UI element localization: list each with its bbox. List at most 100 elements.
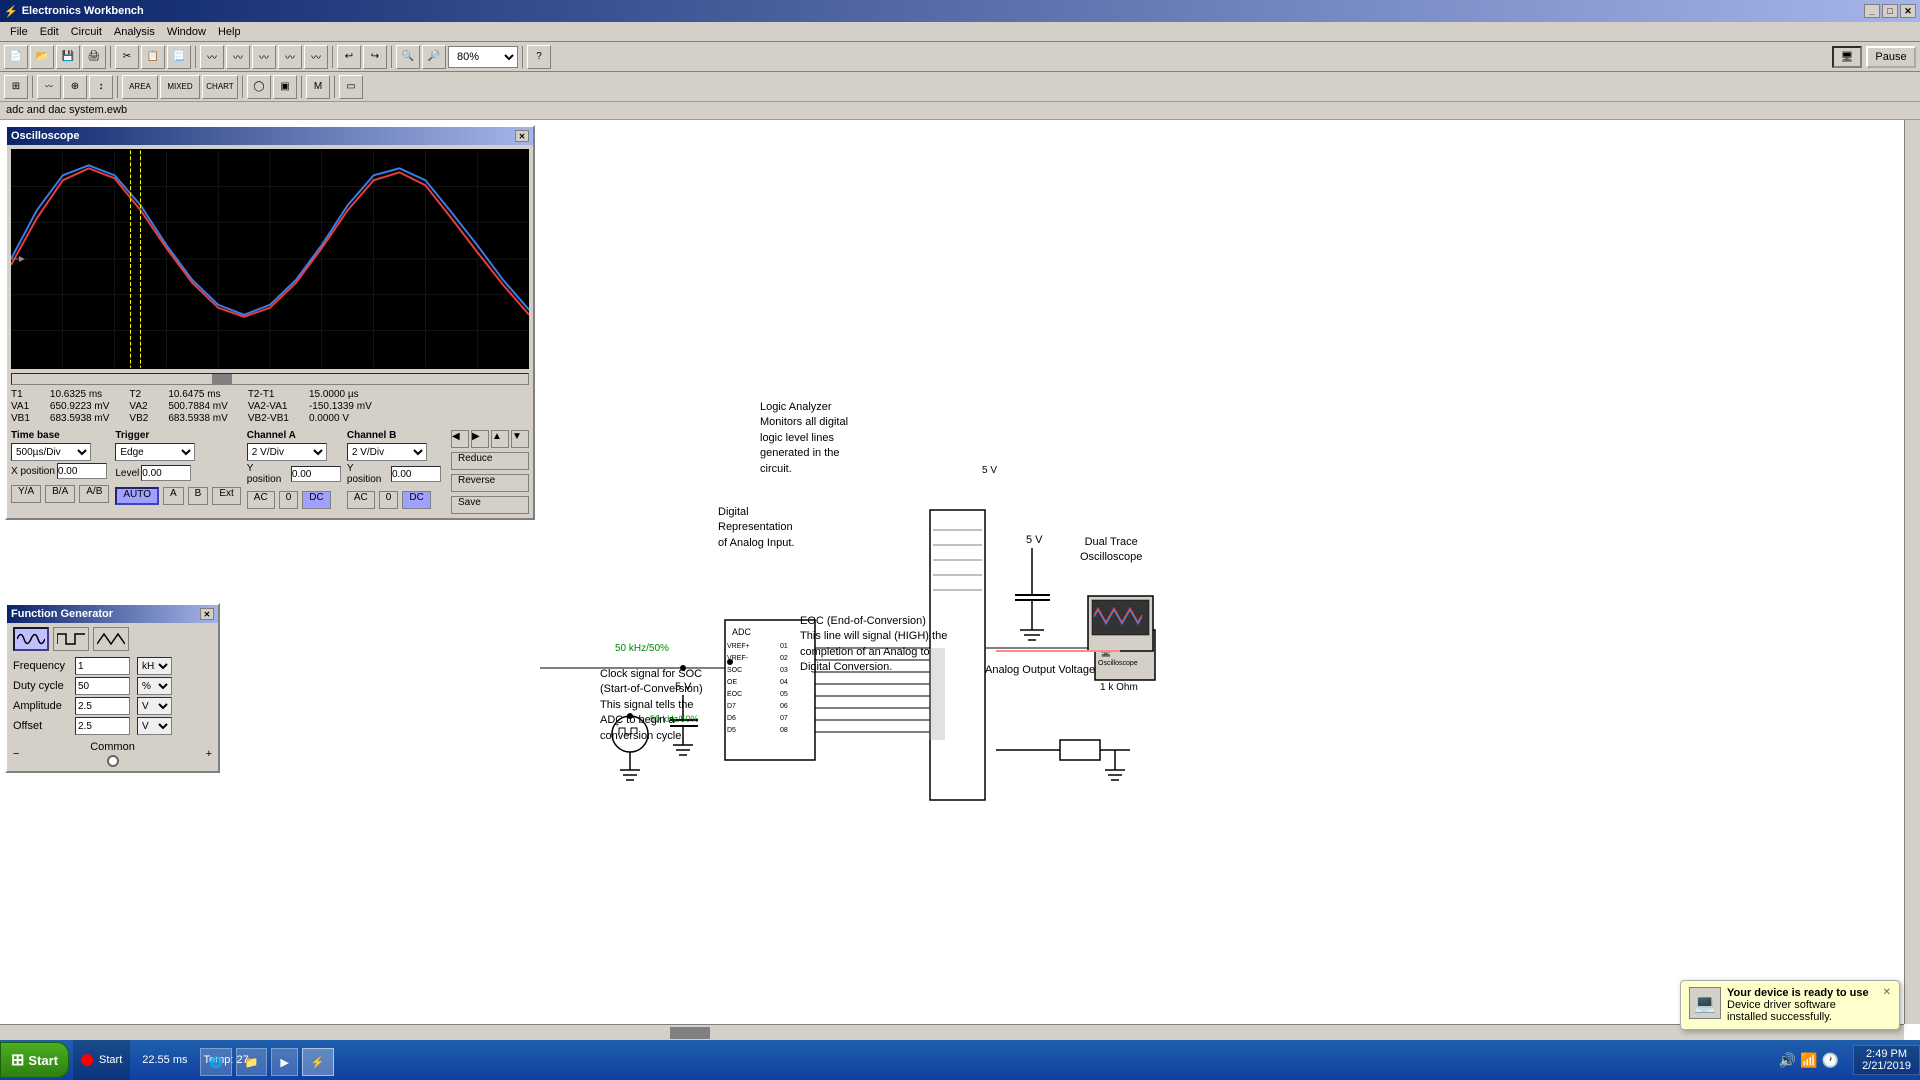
ac-b-button[interactable]: AC bbox=[347, 491, 375, 509]
new-button[interactable]: 📄 bbox=[4, 45, 28, 69]
component-btn-4[interactable]: ↕ bbox=[89, 75, 113, 99]
timebase-select[interactable]: 500µs/Div bbox=[11, 443, 91, 461]
component-btn-grid[interactable]: ▣ bbox=[273, 75, 297, 99]
start-button[interactable]: ⊞ Start bbox=[0, 1042, 69, 1078]
open-button[interactable]: 📂 bbox=[30, 45, 54, 69]
paste-button[interactable]: 📃 bbox=[167, 45, 191, 69]
component-btn-area[interactable]: AREA bbox=[122, 75, 158, 99]
undo-button[interactable]: ↩ bbox=[337, 45, 361, 69]
windows-logo: ⊞ bbox=[11, 1050, 24, 1070]
function-generator-title-bar[interactable]: Function Generator ✕ bbox=[7, 605, 218, 623]
menu-circuit[interactable]: Circuit bbox=[65, 24, 108, 40]
oscilloscope-scrollbar[interactable] bbox=[11, 373, 529, 385]
trigger-a-button[interactable]: A bbox=[163, 487, 184, 505]
reverse-button[interactable]: Reverse bbox=[451, 474, 529, 492]
print-button[interactable]: 🖨 bbox=[82, 45, 106, 69]
menu-help[interactable]: Help bbox=[212, 24, 247, 40]
trigger-edge-select[interactable]: Edge bbox=[115, 443, 195, 461]
vertical-scrollbar[interactable] bbox=[1904, 120, 1920, 1024]
t2t1-value: 15.0000 µs bbox=[309, 389, 372, 400]
zero-b-button[interactable]: 0 bbox=[379, 491, 399, 509]
menu-window[interactable]: Window bbox=[161, 24, 212, 40]
menu-file[interactable]: File bbox=[4, 24, 34, 40]
zoom-select[interactable]: 80% 100% 50% bbox=[448, 46, 518, 68]
menu-edit[interactable]: Edit bbox=[34, 24, 65, 40]
dc-b-button[interactable]: DC bbox=[402, 491, 430, 509]
component-btn-1[interactable]: ⊞ bbox=[4, 75, 28, 99]
taskbar-app-media[interactable]: ▶ bbox=[271, 1048, 297, 1076]
tray-icon-sound[interactable]: 🔊 bbox=[1779, 1052, 1796, 1069]
cut-button[interactable]: ✂ bbox=[115, 45, 139, 69]
save-osc-button[interactable]: Save bbox=[451, 496, 529, 514]
offset-unit-select[interactable]: V mV bbox=[137, 717, 172, 735]
ac-a-button[interactable]: AC bbox=[247, 491, 275, 509]
tray-icon-clock[interactable]: 🕐 bbox=[1822, 1052, 1839, 1069]
component-btn-3[interactable]: ⊕ bbox=[63, 75, 87, 99]
ypos-b-input[interactable] bbox=[391, 466, 441, 482]
duty-cycle-unit-select[interactable]: % bbox=[137, 677, 172, 695]
copy-button[interactable]: 📋 bbox=[141, 45, 165, 69]
ba-button[interactable]: B/A bbox=[45, 485, 75, 503]
close-button[interactable]: ✕ bbox=[1900, 4, 1916, 18]
ab-button[interactable]: A/B bbox=[79, 485, 109, 503]
common-terminal[interactable] bbox=[107, 755, 119, 767]
h-scroll-thumb[interactable] bbox=[670, 1027, 710, 1039]
zero-a-button[interactable]: 0 bbox=[279, 491, 299, 509]
small-btn-4[interactable]: ▼ bbox=[511, 430, 529, 448]
component-btn-mixed[interactable]: MIXED bbox=[160, 75, 200, 99]
svg-text:01: 01 bbox=[780, 643, 788, 650]
zoom-in-button[interactable]: 🔍 bbox=[396, 45, 420, 69]
wire4-button[interactable]: 〰 bbox=[278, 45, 302, 69]
function-generator-close-button[interactable]: ✕ bbox=[200, 608, 214, 620]
plus-symbol: + bbox=[206, 748, 212, 760]
ya-ba-button[interactable]: Y/A bbox=[11, 485, 41, 503]
notification-close-button[interactable]: ✕ bbox=[1883, 987, 1891, 998]
amplitude-unit-select[interactable]: V mV bbox=[137, 697, 172, 715]
offset-input[interactable] bbox=[75, 717, 130, 735]
horizontal-scrollbar[interactable] bbox=[0, 1024, 1904, 1040]
taskbar-app-folder[interactable]: 📁 bbox=[236, 1048, 268, 1076]
tray-icon-network[interactable]: 📶 bbox=[1800, 1052, 1817, 1069]
trigger-ext-button[interactable]: Ext bbox=[212, 487, 240, 505]
wire5-button[interactable]: 〰 bbox=[304, 45, 328, 69]
reduce-button[interactable]: Reduce bbox=[451, 452, 529, 470]
component-btn-2[interactable]: 〰 bbox=[37, 75, 61, 99]
menu-analysis[interactable]: Analysis bbox=[108, 24, 161, 40]
wire2-button[interactable]: 〰 bbox=[226, 45, 250, 69]
oscilloscope-close-button[interactable]: ✕ bbox=[515, 130, 529, 142]
channel-a-scale[interactable]: 2 V/Div bbox=[247, 443, 327, 461]
dc-a-button[interactable]: DC bbox=[302, 491, 330, 509]
small-btn-2[interactable]: ▶ bbox=[471, 430, 489, 448]
channel-b-scale[interactable]: 2 V/Div bbox=[347, 443, 427, 461]
minimize-button[interactable]: _ bbox=[1864, 4, 1880, 18]
help-button[interactable]: ? bbox=[527, 45, 551, 69]
small-btn-1[interactable]: ◀ bbox=[451, 430, 469, 448]
redo-button[interactable]: ↪ bbox=[363, 45, 387, 69]
component-btn-rect[interactable]: ▭ bbox=[339, 75, 363, 99]
xpos-input[interactable] bbox=[57, 463, 107, 479]
square-wave-button[interactable] bbox=[53, 627, 89, 651]
triangle-wave-button[interactable] bbox=[93, 627, 129, 651]
ypos-a-input[interactable] bbox=[291, 466, 341, 482]
zoom-out-button[interactable]: 🔎 bbox=[422, 45, 446, 69]
frequency-unit-select[interactable]: kHz Hz MHz bbox=[137, 657, 172, 675]
sine-wave-button[interactable] bbox=[13, 627, 49, 651]
component-btn-chart[interactable]: CHART bbox=[202, 75, 238, 99]
trigger-b-button[interactable]: B bbox=[188, 487, 209, 505]
oscilloscope-title-bar[interactable]: Oscilloscope ✕ bbox=[7, 127, 533, 145]
duty-cycle-input[interactable] bbox=[75, 677, 130, 695]
maximize-button[interactable]: □ bbox=[1882, 4, 1898, 18]
trigger-level-input[interactable] bbox=[141, 465, 191, 481]
component-btn-m[interactable]: M bbox=[306, 75, 330, 99]
wire1-button[interactable]: 〰 bbox=[200, 45, 224, 69]
frequency-input[interactable] bbox=[75, 657, 130, 675]
amplitude-input[interactable] bbox=[75, 697, 130, 715]
component-btn-circle[interactable]: ◯ bbox=[247, 75, 271, 99]
wire3-button[interactable]: 〰 bbox=[252, 45, 276, 69]
taskbar-app-wb[interactable]: 🌐 bbox=[200, 1048, 232, 1076]
small-btn-3[interactable]: ▲ bbox=[491, 430, 509, 448]
save-button[interactable]: 💾 bbox=[56, 45, 80, 69]
pause-button[interactable]: Pause bbox=[1866, 46, 1916, 68]
auto-button[interactable]: AUTO bbox=[115, 487, 159, 505]
taskbar-app-ewb[interactable]: ⚡ bbox=[302, 1048, 334, 1076]
